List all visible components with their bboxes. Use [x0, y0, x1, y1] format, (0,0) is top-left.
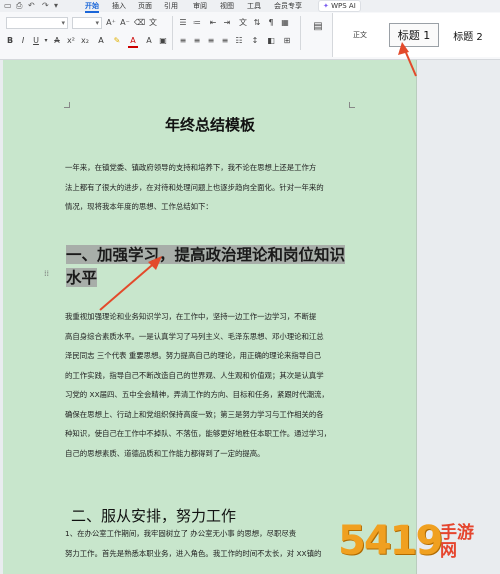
char-border-icon[interactable]: A — [144, 36, 154, 46]
tab-reference[interactable]: 引用 — [164, 1, 178, 11]
font-size-select[interactable]: ▾ — [72, 17, 102, 29]
tab-home[interactable]: 开始 — [85, 1, 99, 13]
style-heading-1[interactable]: 标题 1 — [389, 23, 439, 47]
body-paragraph[interactable]: 我重视加强理论和业务知识学习，在工作中，坚持一边工作一边学习，不断提 高自身综合… — [65, 307, 358, 463]
line-spacing-icon[interactable]: ↕ — [250, 36, 260, 46]
style-normal[interactable]: 正文 — [335, 23, 385, 47]
ai-star-icon: ✦ — [323, 2, 329, 10]
save-icon[interactable]: ▭ — [4, 1, 12, 10]
align-center-icon[interactable]: ≡ — [192, 36, 202, 46]
highlight-icon[interactable]: ✎ — [112, 36, 122, 46]
undo-icon[interactable]: ↶ — [28, 1, 35, 10]
align-left-icon[interactable]: ≡ — [178, 36, 188, 46]
margin-corner-mark — [349, 102, 355, 108]
distribute-icon[interactable]: ☷ — [234, 36, 244, 46]
tab-member[interactable]: 会员专享 — [274, 1, 302, 11]
margin-corner-mark — [64, 102, 70, 108]
superscript-icon[interactable]: x² — [66, 36, 76, 46]
watermark-text: 手游 网 — [440, 523, 474, 561]
show-marks-icon[interactable]: ¶ — [266, 18, 276, 28]
chevron-down-icon[interactable]: ▾ — [41, 36, 51, 46]
chevron-down-icon[interactable]: ▾ — [54, 1, 58, 10]
subscript-icon[interactable]: x₂ — [80, 36, 90, 46]
wps-ai-button[interactable]: ✦ WPS AI — [318, 0, 361, 12]
heading-2-section[interactable]: 二、服从安排，努力工作 — [71, 505, 236, 526]
grow-font-icon[interactable]: A⁺ — [106, 18, 116, 28]
tab-insert[interactable]: 插入 — [112, 1, 126, 11]
text-line: 我重视加强理论和业务知识学习，在工作中，坚持一边工作一边学习，不断提 — [65, 312, 317, 321]
font-name-select[interactable]: ▾ — [6, 17, 68, 29]
tab-tools[interactable]: 工具 — [247, 1, 261, 11]
clear-format-icon[interactable]: ⌫ — [134, 18, 145, 28]
font-color-icon[interactable]: A — [128, 36, 138, 48]
text-line: 努力工作。首先是熟悉本职业务，进入角色。我工作的时间不太长，对 XX镇的 — [65, 548, 322, 558]
align-right-icon[interactable]: ≡ — [206, 36, 216, 46]
chinese-layout-icon[interactable]: 文 — [238, 18, 248, 28]
text-line: 自己的思想素质、道德品质和工作能力都得到了一定的提高。 — [65, 448, 265, 458]
menu-tabs: ▭ ⎙ ↶ ↷ ▾ 开始 插入 页面 引用 审阅 视图 工具 会员专享 ✦ WP… — [0, 0, 500, 13]
text-line: 的工作实践，指导自己不断改造自己的世界观、人生观和价值观；其次是认真学 — [65, 370, 324, 380]
justify-icon[interactable]: ≡ — [220, 36, 230, 46]
text-line: 种知识，使自己在工作中不掉队、不落伍，能够更好地胜任本职工作。通过学习， — [65, 429, 332, 438]
redo-icon[interactable]: ↷ — [42, 1, 49, 10]
text-line: 确保在思想上、行动上和党组织保持高度一致；第三是努力学习与工作相关的各 — [65, 409, 324, 419]
intro-paragraph[interactable]: 一年来，在镇党委、镇政府领导的支持和培养下，我不论在思想上还是工作方 法上都有了… — [65, 158, 358, 217]
bold-icon[interactable]: B — [5, 36, 15, 46]
heading-line: 一、加强学习，提高政治理论和岗位知识 — [66, 245, 346, 264]
text-line: 一年来，在镇党委、镇政府领导的支持和培养下，我不论在思想上还是工作方 — [65, 163, 317, 172]
body-paragraph-2[interactable]: 1、在办公室工作期间，我牢固树立了 办公室无小事 的思想，尽职尽责 努力工作。首… — [65, 524, 358, 563]
text-line: 1、在办公室工作期间，我牢固树立了 办公室无小事 的思想，尽职尽责 — [65, 529, 297, 538]
shading-icon[interactable]: ◧ — [266, 36, 276, 46]
print-icon[interactable]: ⎙ — [16, 1, 22, 11]
styles-pane-icon[interactable]: ▤ — [310, 22, 326, 32]
chevron-down-icon: ▾ — [95, 19, 99, 27]
text-line: 法上都有了很大的进步，在对待和处理问题上也逐步趋向全面化。针对一年来的 — [65, 182, 324, 192]
sort-icon[interactable]: ⇅ — [252, 18, 262, 28]
tab-page[interactable]: 页面 — [138, 1, 152, 11]
decrease-indent-icon[interactable]: ⇤ — [208, 18, 218, 28]
text-line: 情况，现将我本年度的思想、工作总结如下： — [65, 202, 213, 211]
toolbar-divider — [172, 16, 173, 50]
watermark-number: 5419 — [338, 518, 443, 564]
text-line: 泽民同志 三个代表 重要思想。努力提高自己的理论，用正确的理论来指导自己 — [65, 351, 321, 360]
char-shading-icon[interactable]: ▣ — [158, 36, 168, 46]
style-heading-2[interactable]: 标题 2 — [443, 23, 493, 47]
tab-review[interactable]: 审阅 — [193, 1, 207, 11]
bullet-list-icon[interactable]: ☰ — [178, 18, 188, 28]
numbered-list-icon[interactable]: ≔ — [192, 18, 202, 28]
strikethrough-icon[interactable]: A — [52, 36, 62, 46]
toolbar-divider — [300, 16, 301, 50]
site-watermark-logo: 5419 手游 网 — [338, 518, 500, 574]
text-line: 习党的 XX届四、五中全会精神，弄清工作的方向、目标和任务，紧跟时代潮流， — [65, 390, 329, 399]
style-gallery: 正文 标题 1 标题 2 — [332, 13, 500, 57]
shrink-font-icon[interactable]: A⁻ — [120, 18, 130, 28]
increase-indent-icon[interactable]: ⇥ — [222, 18, 232, 28]
text-line: 高自身综合素质水平。一是认真学习了马列主义、毛泽东思想、邓小理论和江总 — [65, 331, 324, 341]
chevron-down-icon: ▾ — [61, 19, 65, 27]
phonetic-icon[interactable]: 文 — [148, 18, 158, 28]
ribbon-toolbar: ▭ ⎙ ↶ ↷ ▾ 开始 插入 页面 引用 审阅 视图 工具 会员专享 ✦ WP… — [0, 0, 500, 60]
document-title[interactable]: 年终总结模板 — [60, 114, 360, 135]
heading-line: 水平 — [66, 268, 98, 287]
selected-heading-1[interactable]: 一、加强学习，提高政治理论和岗位知识 水平 — [66, 243, 356, 289]
underline-icon[interactable]: U — [31, 36, 41, 46]
italic-icon[interactable]: I — [18, 36, 28, 46]
text-effect-icon[interactable]: A — [96, 36, 106, 46]
paragraph-drag-handle-icon[interactable]: ⁞⁞ — [44, 269, 49, 278]
table-borders-icon[interactable]: ⊞ — [282, 36, 292, 46]
tab-view[interactable]: 视图 — [220, 1, 234, 11]
borders-icon[interactable]: ▦ — [280, 18, 290, 28]
